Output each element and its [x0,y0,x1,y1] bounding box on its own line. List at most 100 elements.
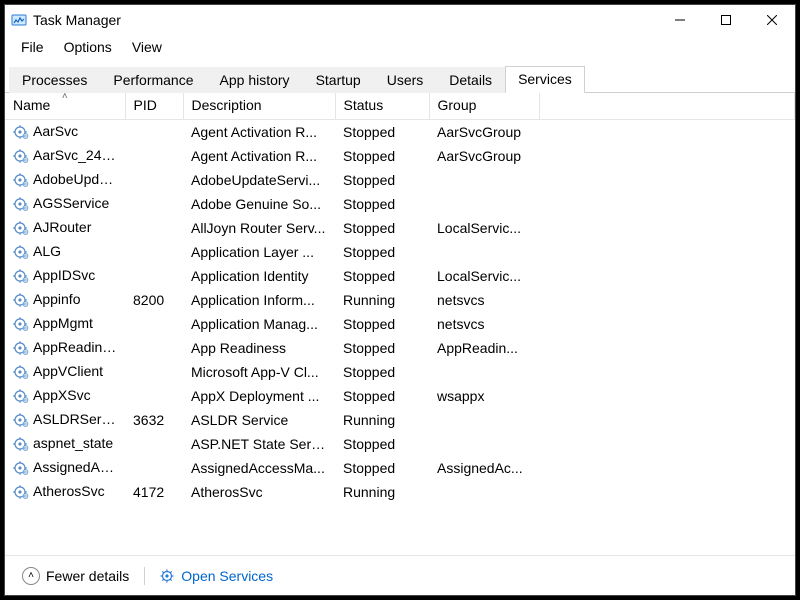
table-row[interactable]: AppIDSvcApplication IdentityStoppedLocal… [5,264,795,288]
statusbar: ˄ Fewer details [5,555,795,595]
service-group: AarSvcGroup [429,120,539,144]
service-status: Running [335,288,429,312]
table-row[interactable]: AarSvcAgent Activation R...StoppedAarSvc… [5,120,795,144]
service-icon [13,388,29,404]
service-group: AssignedAc... [429,456,539,480]
tab-performance[interactable]: Performance [100,67,206,93]
col-pid[interactable]: PID [125,93,183,120]
table-row[interactable]: AssignedAcc...AssignedAccessMa...Stopped… [5,456,795,480]
table-row[interactable]: AGSServiceAdobe Genuine So...Stopped [5,192,795,216]
service-status: Stopped [335,168,429,192]
service-icon [13,244,29,260]
menu-options[interactable]: Options [54,37,122,57]
tab-startup[interactable]: Startup [303,67,374,93]
tab-services[interactable]: Services [505,66,585,93]
service-name: AJRouter [33,219,91,235]
separator [144,567,145,585]
table-row[interactable]: AppReadinessApp ReadinessStoppedAppReadi… [5,336,795,360]
open-services-label: Open Services [181,568,273,584]
service-pid [125,432,183,456]
service-icon [13,460,29,476]
open-services-link[interactable]: Open Services [153,566,279,586]
service-status: Stopped [335,384,429,408]
service-status: Stopped [335,456,429,480]
table-row[interactable]: AtherosSvc4172AtherosSvcRunning [5,480,795,504]
table-row[interactable]: AppXSvcAppX Deployment ...Stoppedwsappx [5,384,795,408]
service-icon [13,436,29,452]
table-row[interactable]: AppMgmtApplication Manag...Stoppednetsvc… [5,312,795,336]
maximize-button[interactable] [703,5,749,35]
close-button[interactable] [749,5,795,35]
table-row[interactable]: AarSvc_24cfc...Agent Activation R...Stop… [5,144,795,168]
service-status: Stopped [335,192,429,216]
service-group [429,168,539,192]
col-status[interactable]: Status [335,93,429,120]
service-pid: 3632 [125,408,183,432]
service-icon [13,172,29,188]
service-name: AtherosSvc [33,483,105,499]
service-description: Application Inform... [183,288,335,312]
table-row[interactable]: ASLDRService3632ASLDR ServiceRunning [5,408,795,432]
service-name: AppVClient [33,363,103,379]
service-icon [13,124,29,140]
col-group[interactable]: Group [429,93,539,120]
service-name: AdobeUpdat... [33,171,123,187]
service-icon [13,268,29,284]
service-group [429,360,539,384]
window-title: Task Manager [33,12,121,28]
sort-ascending-icon: ˄ [62,93,68,102]
service-pid [125,456,183,480]
service-name: AppXSvc [33,387,91,403]
table-row[interactable]: AdobeUpdat...AdobeUpdateServi...Stopped [5,168,795,192]
col-name-label: Name [13,97,50,113]
menu-view[interactable]: View [122,37,172,57]
service-group: wsappx [429,384,539,408]
service-pid [125,360,183,384]
table-row[interactable]: aspnet_stateASP.NET State Serv...Stopped [5,432,795,456]
service-description: AllJoyn Router Serv... [183,216,335,240]
fewer-details-button[interactable]: ˄ Fewer details [15,564,136,588]
services-table: ˄ Name PID Description Status Group AarS… [5,93,795,504]
service-name: AppMgmt [33,315,93,331]
app-icon [11,12,27,28]
service-status: Stopped [335,432,429,456]
service-description: AtherosSvc [183,480,335,504]
service-status: Stopped [335,120,429,144]
service-group: netsvcs [429,288,539,312]
service-pid [125,312,183,336]
tab-details[interactable]: Details [436,67,505,93]
service-status: Stopped [335,360,429,384]
service-name: AarSvc [33,123,78,139]
menu-file[interactable]: File [11,37,54,57]
service-status: Stopped [335,312,429,336]
service-group: AppReadin... [429,336,539,360]
col-description[interactable]: Description [183,93,335,120]
service-icon [13,148,29,164]
table-row[interactable]: AJRouterAllJoyn Router Serv...StoppedLoc… [5,216,795,240]
col-spacer [539,93,795,120]
service-icon [13,220,29,236]
tab-users[interactable]: Users [374,67,437,93]
service-description: ASLDR Service [183,408,335,432]
table-row[interactable]: Appinfo8200Application Inform...Runningn… [5,288,795,312]
table-row[interactable]: AppVClientMicrosoft App-V Cl...Stopped [5,360,795,384]
service-description: Application Manag... [183,312,335,336]
service-status: Stopped [335,144,429,168]
col-name[interactable]: ˄ Name [5,93,125,120]
tab-app-history[interactable]: App history [207,67,303,93]
service-name: AGSService [33,195,109,211]
minimize-button[interactable] [657,5,703,35]
service-description: Application Layer ... [183,240,335,264]
service-icon [13,292,29,308]
task-manager-window: Task Manager File Options View Processes… [4,4,796,596]
service-group [429,192,539,216]
service-group: LocalServic... [429,216,539,240]
titlebar: Task Manager [5,5,795,35]
service-status: Running [335,480,429,504]
table-row[interactable]: ALGApplication Layer ...Stopped [5,240,795,264]
service-group: LocalServic... [429,264,539,288]
tab-processes[interactable]: Processes [9,67,100,93]
service-pid [125,192,183,216]
service-icon [13,364,29,380]
service-name: AppIDSvc [33,267,95,283]
